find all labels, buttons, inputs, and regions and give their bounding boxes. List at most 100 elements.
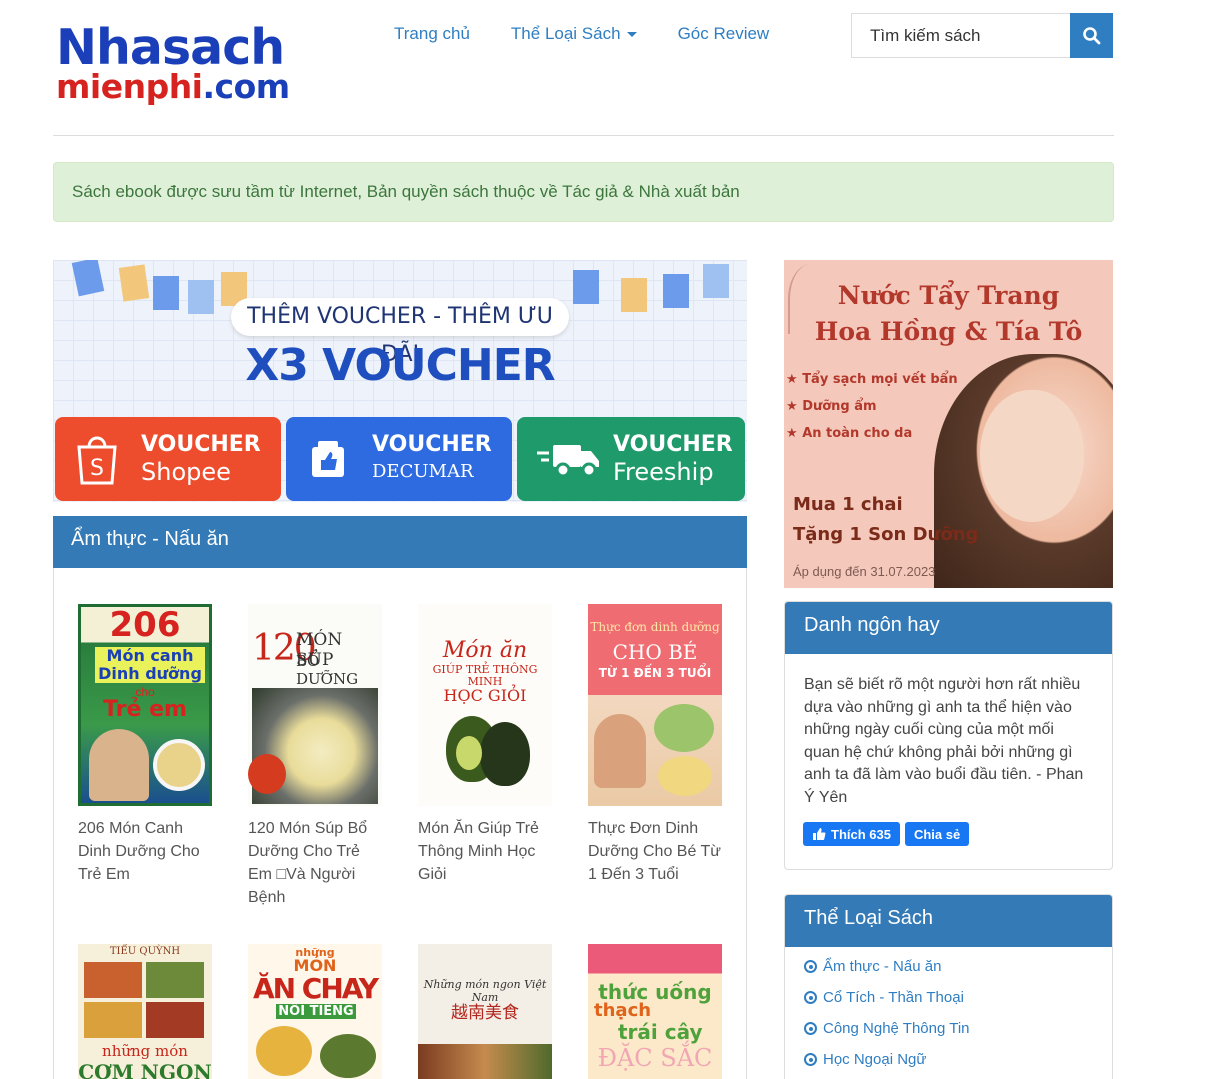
cover-text: CƠM NGON (78, 1060, 212, 1079)
cover-photo (153, 739, 205, 791)
voucher-freeship-text: VOUCHER Freeship (613, 432, 733, 486)
category-item-label: Công Nghệ Thông Tin (823, 1020, 970, 1037)
cover-text: 越南美食 (451, 1003, 519, 1023)
book-card[interactable]: thức uống thạch trái cây ĐẶC SẮC (588, 944, 738, 1079)
category-item[interactable]: Ẩm thực - Nấu ăn (804, 951, 1093, 982)
site-logo[interactable]: Nhasach mienphi.com (56, 22, 316, 112)
cover-text: ĂN CHAY (252, 972, 379, 1005)
bunting-flag (153, 276, 179, 310)
book-cover[interactable]: thức uống thạch trái cây ĐẶC SẮC (588, 944, 722, 1079)
like-count: Thích 635 (831, 826, 891, 842)
book-title[interactable]: Món Ăn Giúp Trẻ Thông Minh Học Giỏi (418, 817, 558, 886)
ad-bullet: ★ Dưỡng ẩm (786, 399, 877, 414)
voucher-decumar-text: VOUCHER DECUMAR (372, 432, 492, 486)
book-cover[interactable]: Món ăn GIÚP TRẺ THÔNG MINH HỌC GIỎI (418, 604, 552, 806)
truck-icon (533, 433, 603, 485)
svg-text:S: S (90, 456, 104, 481)
book-card[interactable]: TIỂU QUỲNH những món CƠM NGON (78, 944, 228, 1079)
bunting-flag (118, 264, 150, 302)
book-card[interactable]: Thực đơn dinh dưỡng CHO BÉ TỪ 1 ĐẾN 3 TU… (588, 604, 738, 886)
book-cover[interactable]: TIỂU QUỲNH những món CƠM NGON (78, 944, 212, 1079)
ad-heading-1: Nước Tẩy Trang (837, 281, 1060, 310)
cover-photo (320, 1034, 376, 1078)
nav-categories[interactable]: Thể Loại Sách (511, 24, 637, 44)
ad-bullet: ★ Tẩy sạch mọi vết bẩn (786, 372, 958, 387)
book-cover[interactable]: 120 MÓN SÚP BỔ DƯỠNG (248, 604, 382, 806)
facebook-like-button[interactable]: Thích 635 (803, 822, 900, 846)
quote-box-title: Danh ngôn hay (785, 602, 1112, 654)
book-card[interactable]: 120 MÓN SÚP BỔ DƯỠNG 120 Món Súp Bổ Dưỡn… (248, 604, 398, 909)
bunting-flag (621, 278, 647, 312)
cover-photo (480, 722, 530, 786)
category-item[interactable]: Học Ngoại Ngữ (804, 1044, 1093, 1075)
book-title[interactable]: 120 Món Súp Bổ Dưỡng Cho Trẻ Em □Và Ngườ… (248, 817, 388, 909)
category-panel-title[interactable]: Ẩm thực - Nấu ăn (53, 516, 747, 568)
cover-photo (256, 1026, 312, 1076)
category-item[interactable]: Cổ Tích - Thần Thoại (804, 982, 1093, 1013)
bunting-flag (573, 270, 599, 304)
search-button[interactable] (1070, 13, 1113, 58)
quote-box: Danh ngôn hay Bạn sẽ biết rõ một người h… (784, 601, 1113, 870)
cover-photo (84, 962, 142, 998)
circle-dot-icon (804, 1053, 817, 1066)
book-cover[interactable]: Những món ngon Việt Nam 越南美食 (418, 944, 552, 1079)
voucher-shopee[interactable]: S VOUCHER Shopee (55, 417, 281, 501)
book-card[interactable]: Những món ngon Việt Nam 越南美食 (418, 944, 568, 1079)
search-icon (1082, 26, 1100, 44)
sidebar-ad-banner[interactable]: Nước Tẩy Trang Hoa Hồng & Tía Tô ★ Tẩy s… (784, 260, 1113, 588)
cover-text: Trẻ em (103, 697, 187, 722)
cover-photo (456, 736, 482, 770)
voucher-decumar-t1: VOUCHER (372, 432, 492, 457)
bunting-flag (663, 274, 689, 308)
cover-photo (89, 729, 149, 801)
voucher-decumar[interactable]: VOUCHER DECUMAR (286, 417, 512, 501)
copyright-notice: Sách ebook được sưu tầm từ Internet, Bản… (53, 162, 1114, 222)
book-title[interactable]: 206 Món Canh Dinh Dưỡng Cho Trẻ Em (78, 817, 218, 886)
category-list: Ẩm thực - Nấu ăn Cổ Tích - Thần Thoại Cô… (785, 947, 1112, 1079)
category-item[interactable]: Công Nghệ Thông Tin (804, 1013, 1093, 1044)
cover-text: Món canh Dinh dưỡng (95, 647, 205, 683)
book-cover[interactable]: Thực đơn dinh dưỡng CHO BÉ TỪ 1 ĐẾN 3 TU… (588, 604, 722, 806)
nav-review[interactable]: Góc Review (678, 24, 770, 44)
book-cover[interactable]: những MÓN ĂN CHAY NỔI TIẾNG (248, 944, 382, 1079)
ad-bullet-text: An toàn cho da (802, 426, 913, 441)
ad-heading-2: Hoa Hồng & Tía Tô (814, 317, 1083, 346)
book-cover[interactable]: 206 Món canh Dinh dưỡng cho Trẻ em (78, 604, 212, 806)
search-input[interactable] (851, 13, 1070, 58)
nav-home[interactable]: Trang chủ (394, 24, 470, 44)
ad-bullet-text: Dưỡng ẩm (802, 399, 877, 414)
cover-photo (658, 756, 712, 796)
book-title[interactable]: Thực Đơn Dinh Dưỡng Cho Bé Từ 1 Đến 3 Tu… (588, 817, 728, 886)
cover-text: 206 (109, 605, 181, 645)
book-card[interactable]: Món ăn GIÚP TRẺ THÔNG MINH HỌC GIỎI Món … (418, 604, 568, 886)
cover-text: thạch (594, 1000, 652, 1021)
category-box: Thể Loại Sách Ẩm thực - Nấu ăn Cổ Tích -… (784, 894, 1113, 1079)
bunting-flag (188, 280, 214, 314)
cover-text: Thực đơn dinh dưỡng (590, 620, 720, 634)
cover-photo (248, 754, 286, 794)
book-card[interactable]: những MÓN ĂN CHAY NỔI TIẾNG (248, 944, 398, 1079)
circle-dot-icon (804, 960, 817, 973)
banner-headline: X3 VOUCHER (245, 340, 555, 391)
cover-text: GIÚP TRẺ THÔNG MINH (432, 663, 538, 688)
ad-date: Áp dụng đến 31.07.2023 (793, 564, 936, 579)
cover-photo (146, 962, 204, 998)
thumbs-up-icon (813, 828, 826, 840)
voucher-banner[interactable]: THÊM VOUCHER - THÊM ƯU ĐÃI X3 VOUCHER S … (53, 260, 747, 502)
quote-text: Bạn sẽ biết rõ một người hơn rất nhiều d… (804, 676, 1084, 806)
category-item-label: Học Ngoại Ngữ (823, 1051, 927, 1068)
cover-text: NỔI TIẾNG (276, 1004, 356, 1019)
cover-photo (146, 1002, 204, 1038)
cover-text: ĐẶC SẮC (597, 1044, 713, 1072)
search-form (851, 13, 1113, 58)
facebook-buttons: Thích 635 Chia sẻ (803, 822, 1093, 846)
book-card[interactable]: 206 Món canh Dinh dưỡng cho Trẻ em 206 M… (78, 604, 228, 886)
banner-pill: THÊM VOUCHER - THÊM ƯU ĐÃI (231, 298, 569, 367)
like-box-icon (302, 433, 354, 485)
cover-text: CHO BÉ (612, 640, 698, 664)
voucher-freeship[interactable]: VOUCHER Freeship (517, 417, 745, 501)
category-item-label: Ẩm thực - Nấu ăn (823, 958, 942, 975)
logo-line2-domain: .com (202, 67, 291, 106)
voucher-freeship-t1: VOUCHER (613, 432, 733, 457)
facebook-share-button[interactable]: Chia sẻ (904, 822, 970, 846)
